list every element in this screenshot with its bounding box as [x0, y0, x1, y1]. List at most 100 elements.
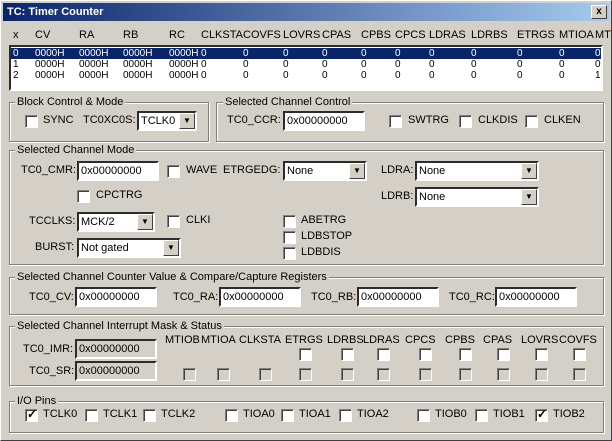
list-cell: 0000H	[79, 48, 109, 59]
ccr-input[interactable]: 0x00000000	[283, 111, 365, 131]
cmr-label: TC0_CMR:	[21, 164, 77, 176]
block-control-title: Block Control & Mode	[15, 96, 126, 108]
list-cell: 0	[361, 48, 367, 59]
list-row[interactable]: 2 0000H 0000H 0000H 0000H 0 0 0 0 0 0 0 0 0 0 1	[11, 70, 601, 81]
channel-mode-title: Selected Channel Mode	[15, 144, 137, 156]
tc0xc0s-value: TCLK0	[141, 115, 176, 127]
list-cell: 0	[595, 59, 601, 70]
list-cell: 0	[395, 48, 401, 59]
io-pin-checkbox[interactable]: ✓	[25, 407, 38, 422]
io-pin-checkbox[interactable]	[225, 409, 238, 422]
io-pin-label: TCLK1	[103, 408, 138, 420]
list-cell: 0	[243, 48, 249, 59]
io-pin-checkbox[interactable]	[281, 409, 294, 422]
clki-label: CLKI	[186, 214, 211, 226]
interrupt-col-label: LDRBS	[327, 334, 364, 346]
list-header-cell: RC	[169, 29, 185, 41]
list-header-cell: MTIOB	[595, 29, 612, 41]
etrgedg-value: None	[287, 165, 314, 177]
list-header-cell: CPBS	[361, 29, 391, 41]
list-cell: 0000H	[123, 59, 153, 70]
clken-checkbox[interactable]	[525, 115, 538, 128]
ra-input[interactable]: 0x00000000	[219, 287, 301, 307]
list-header-cell: ETRGS	[517, 29, 555, 41]
list-cell: 0	[283, 70, 289, 81]
list-row[interactable]: 0 0000H 0000H 0000H 0000H 0 0 0 0 0 0 0 0 0 0 0	[11, 48, 601, 59]
etrgedg-label: ETRGEDG:	[223, 164, 281, 176]
clki-checkbox[interactable]	[167, 215, 180, 228]
list-header-cell: LOVRS	[283, 29, 321, 41]
ra-label: TC0_RA:	[173, 291, 219, 303]
chevron-down-icon[interactable]: ▼	[521, 189, 537, 205]
io-pin-checkbox[interactable]	[475, 409, 488, 422]
rb-input[interactable]: 0x00000000	[357, 287, 439, 307]
swtrg-label: SWTRG	[408, 114, 449, 126]
channel-list[interactable]: 0 0000H 0000H 0000H 0000H 0 0 0 0 0 0 0 0 0 0 0 1 0000H 00…	[9, 45, 603, 91]
list-cell: 0	[283, 59, 289, 70]
clken-label: CLKEN	[544, 114, 581, 126]
sr-checkbox	[377, 368, 390, 381]
io-pin-checkbox[interactable]	[85, 409, 98, 422]
io-pin-label: TIOB1	[493, 408, 525, 420]
chevron-down-icon[interactable]: ▼	[349, 163, 365, 179]
ldrb-value: None	[419, 191, 446, 203]
imr-checkbox[interactable]	[299, 348, 312, 361]
rc-input[interactable]: 0x00000000	[495, 287, 577, 307]
io-pin-checkbox[interactable]: ✓	[535, 407, 548, 422]
ldra-select[interactable]: None ▼	[415, 161, 539, 181]
chevron-down-icon[interactable]: ▼	[163, 240, 179, 256]
tc0xc0s-select[interactable]: TCLK0 ▼	[137, 111, 197, 131]
list-header-cell: x	[13, 29, 19, 41]
imr-checkbox[interactable]	[419, 348, 432, 361]
imr-checkbox[interactable]	[377, 348, 390, 361]
imr-checkbox[interactable]	[459, 348, 472, 361]
cv-input[interactable]: 0x00000000	[75, 287, 157, 307]
list-cell: 0	[471, 59, 477, 70]
chevron-down-icon[interactable]: ▼	[179, 113, 195, 129]
imr-checkbox[interactable]	[573, 348, 586, 361]
ldbdis-checkbox[interactable]	[283, 247, 296, 260]
sr-checkbox	[341, 368, 354, 381]
abetrg-checkbox[interactable]	[283, 215, 296, 228]
wave-checkbox[interactable]	[167, 165, 180, 178]
chevron-down-icon[interactable]: ▼	[521, 163, 537, 179]
ldbstop-checkbox[interactable]	[283, 231, 296, 244]
imr-checkbox[interactable]	[341, 348, 354, 361]
ldrb-select[interactable]: None ▼	[415, 187, 539, 207]
io-pins-title: I/O Pins	[15, 395, 59, 407]
io-pin-label: TCLK2	[161, 408, 196, 420]
title-bar[interactable]: TC: Timer Counter x	[3, 3, 609, 21]
imr-checkbox[interactable]	[535, 348, 548, 361]
burst-select[interactable]: Not gated ▼	[77, 238, 181, 258]
list-cell: 0	[243, 59, 249, 70]
clkdis-checkbox[interactable]	[459, 115, 472, 128]
tcclks-select[interactable]: MCK/2 ▼	[77, 212, 155, 232]
imr-label: TC0_IMR:	[23, 343, 74, 355]
sr-input: 0x00000000	[75, 361, 157, 381]
imr-checkbox[interactable]	[497, 348, 510, 361]
sr-checkbox	[419, 368, 432, 381]
etrgedg-select[interactable]: None ▼	[283, 161, 367, 181]
close-button[interactable]: x	[591, 5, 607, 19]
list-cell: 0	[559, 59, 565, 70]
ldbstop-label: LDBSTOP	[301, 230, 353, 242]
io-pin-checkbox[interactable]	[417, 409, 430, 422]
cmr-input[interactable]: 0x00000000	[77, 161, 159, 181]
io-pin-checkbox[interactable]	[143, 409, 156, 422]
io-pin-label: TCLK0	[43, 408, 78, 420]
list-header-cell: CPAS	[322, 29, 352, 41]
list-cell: 0000H	[35, 70, 65, 81]
list-cell: 0	[429, 59, 435, 70]
chevron-down-icon[interactable]: ▼	[137, 214, 153, 230]
interrupt-col-label: LDRAS	[363, 334, 400, 346]
channel-control-title: Selected Channel Control	[223, 96, 353, 108]
io-pin-checkbox[interactable]	[339, 409, 352, 422]
sync-checkbox[interactable]	[25, 115, 38, 128]
swtrg-checkbox[interactable]	[389, 115, 402, 128]
io-pin-label: TIOB2	[553, 408, 585, 420]
io-pin-label: TIOA0	[243, 408, 275, 420]
cpctrg-checkbox[interactable]	[77, 190, 90, 203]
check-icon: ✓	[27, 407, 38, 421]
interrupt-col-label: CPCS	[405, 334, 436, 346]
list-row[interactable]: 1 0000H 0000H 0000H 0000H 0 0 0 0 0 0 0 0 0 0 0	[11, 59, 601, 70]
